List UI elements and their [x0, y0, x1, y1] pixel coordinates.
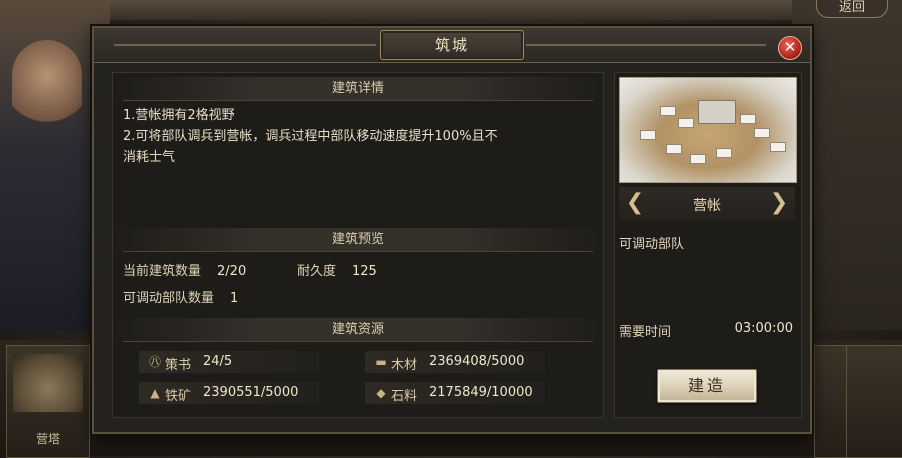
tent-shape: [754, 128, 770, 138]
iron-icon: ▲: [150, 386, 160, 400]
wood-icon: ▬: [375, 355, 387, 369]
durability-stat: 耐久度 125: [297, 260, 377, 279]
return-button[interactable]: 返回: [816, 0, 888, 18]
tent-shape: [666, 144, 682, 154]
durability-value: 125: [352, 264, 377, 279]
background-building-card[interactable]: 营塔: [6, 345, 90, 458]
resource-name: 铁矿: [165, 389, 192, 404]
tent-shape: [740, 114, 756, 124]
deployable-stat: 可调动部队数量 1: [123, 287, 238, 306]
resource-stone: ◆ 石料 2175849/10000: [365, 382, 545, 404]
resource-name: 木材: [391, 358, 418, 373]
building-card-image: [13, 354, 83, 412]
resource-value: 2390551/5000: [203, 385, 299, 400]
background-top-bar: [0, 0, 902, 20]
current-count-label: 当前建筑数量: [123, 264, 202, 279]
current-count-stat: 当前建筑数量 2/20: [123, 260, 246, 279]
build-button[interactable]: 建造: [657, 369, 757, 403]
durability-label: 耐久度: [297, 264, 337, 279]
background-building-card[interactable]: [846, 345, 902, 458]
resource-value: 2175849/10000: [429, 385, 533, 400]
building-selector: ❮ 营帐 ❯: [619, 187, 795, 221]
required-time: 需要时间 03:00:00: [619, 321, 795, 340]
book-seal-icon: ㊇: [148, 355, 161, 369]
details-line: 1.营帐拥有2格视野: [123, 108, 235, 123]
tent-shape: [640, 130, 656, 140]
building-preview-image: [619, 77, 797, 183]
building-info-panel: 建筑详情 1.营帐拥有2格视野 2.可将部队调兵到营帐，调兵过程中部队移动速度提…: [112, 72, 604, 418]
deployable-value: 1: [230, 291, 239, 306]
construction-dialog: 筑城 ✕ 建筑详情 1.营帐拥有2格视野 2.可将部队调兵到营帐，调兵过程中部队…: [92, 26, 812, 434]
header-divider: [114, 44, 376, 46]
resource-value: 24/5: [203, 354, 233, 369]
required-time-value: 03:00:00: [734, 321, 793, 336]
resource-value: 2369408/5000: [429, 354, 525, 369]
header-divider: [526, 44, 766, 46]
tent-shape: [716, 148, 732, 158]
preview-heading: 建筑预览: [113, 228, 603, 252]
resource-name: 石料: [391, 389, 418, 404]
details-heading: 建筑详情: [113, 77, 603, 101]
chevron-right-icon[interactable]: ❯: [769, 191, 789, 217]
resource-book: ㊇ 策书 24/5: [139, 351, 319, 373]
dialog-header: 筑城 ✕: [94, 28, 810, 63]
resource-iron: ▲ 铁矿 2390551/5000: [139, 382, 319, 404]
resources-heading: 建筑资源: [113, 318, 603, 342]
building-card-label: 营塔: [35, 432, 60, 446]
tent-shape: [690, 154, 706, 164]
dialog-title: 筑城: [380, 30, 524, 60]
deployable-label: 可调动部队数量: [123, 291, 215, 306]
tent-shape: [678, 118, 694, 128]
tent-shape: [770, 142, 786, 152]
building-function: 可调动部队: [619, 237, 685, 252]
required-time-label: 需要时间: [619, 325, 672, 340]
details-line: 2.可将部队调兵到营帐，调兵过程中部队移动速度提升100%且不: [123, 129, 498, 144]
current-count-value: 2/20: [217, 264, 247, 279]
camp-hall-shape: [698, 100, 736, 124]
resource-name: 策书: [165, 358, 192, 373]
resource-wood: ▬ 木材 2369408/5000: [365, 351, 545, 373]
building-name: 营帐: [693, 198, 721, 214]
chevron-left-icon[interactable]: ❮: [625, 191, 645, 217]
stone-icon: ◆: [376, 386, 386, 400]
details-text: 1.营帐拥有2格视野 2.可将部队调兵到营帐，调兵过程中部队移动速度提升100%…: [123, 105, 593, 168]
details-line: 消耗士气: [123, 150, 176, 165]
building-select-panel: ❮ 营帐 ❯ 可调动部队 需要时间 03:00:00 建造: [614, 72, 802, 418]
tent-shape: [660, 106, 676, 116]
close-button[interactable]: ✕: [778, 36, 802, 60]
